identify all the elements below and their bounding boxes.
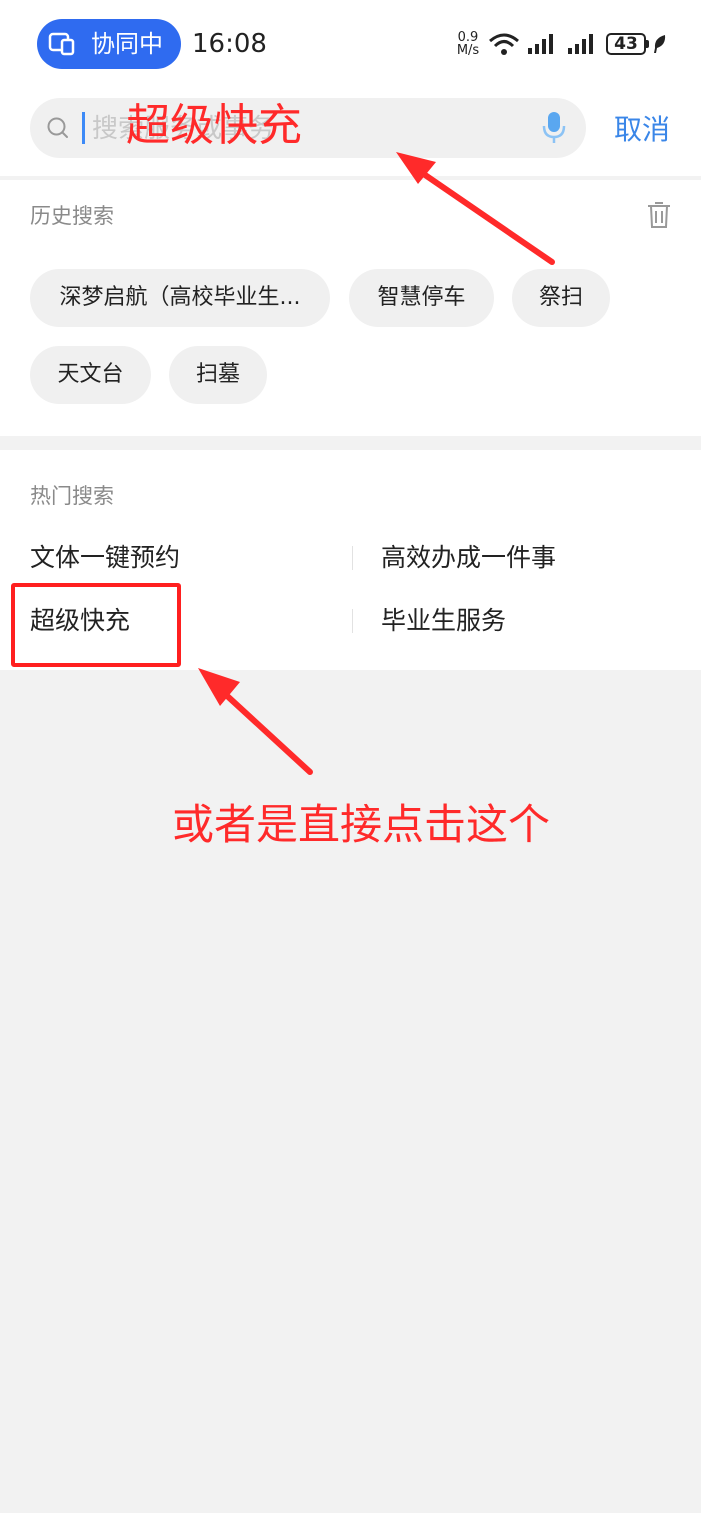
annotation-arrow-top <box>396 152 555 265</box>
annotation-arrow-bottom <box>198 668 313 775</box>
annotation-arrows <box>198 152 555 775</box>
